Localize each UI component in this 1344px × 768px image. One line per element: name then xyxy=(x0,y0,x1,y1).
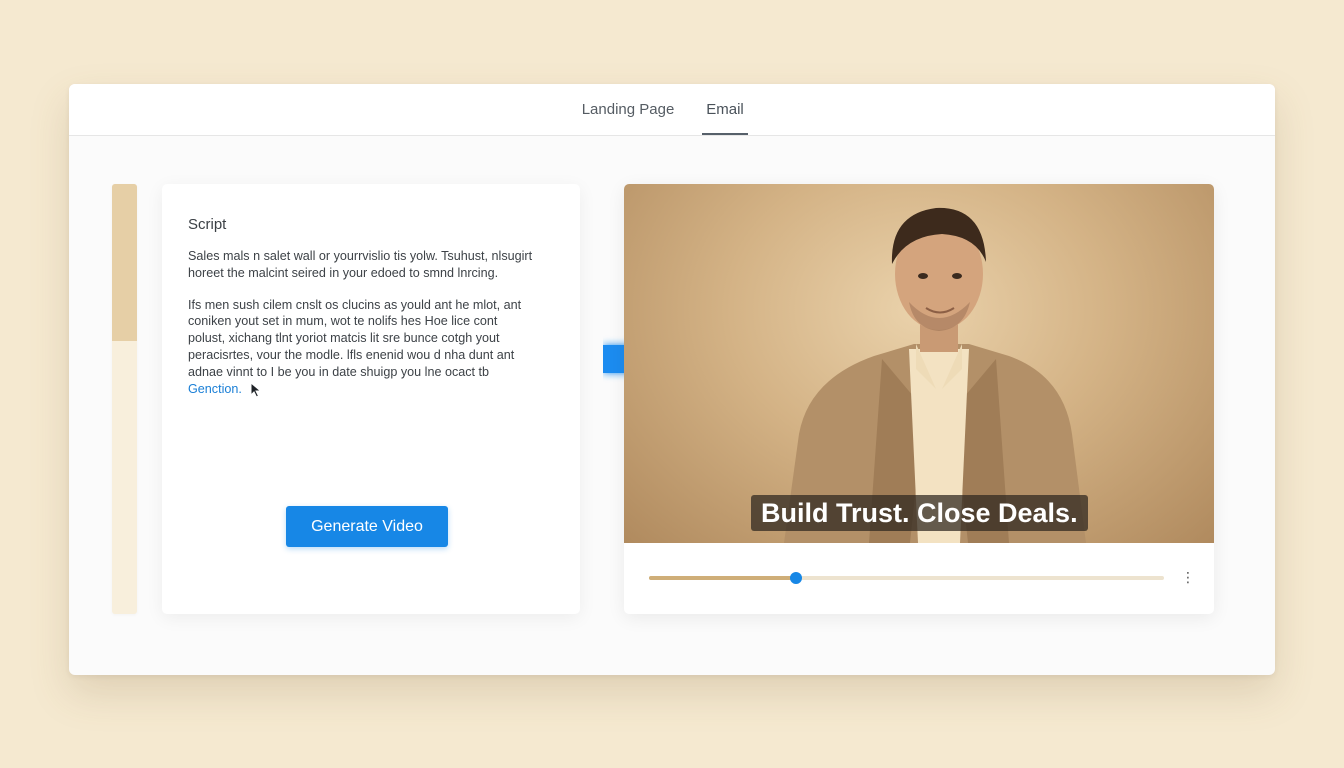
script-panel: Script Sales mals n salet wall or yourrv… xyxy=(162,184,580,614)
seek-bar-progress xyxy=(649,576,796,580)
generate-video-button[interactable]: Generate Video xyxy=(286,506,448,547)
script-paragraph-1: Sales mals n salet wall or yourrvislio t… xyxy=(188,249,533,280)
seek-bar[interactable] xyxy=(649,572,1164,584)
script-text[interactable]: Sales mals n salet wall or yourrvislio t… xyxy=(188,248,558,412)
script-paragraph-2: Ifs men sush cilem cnslt os clucins as y… xyxy=(188,297,558,398)
presenter-image xyxy=(784,207,1086,543)
tab-email[interactable]: Email xyxy=(702,84,748,135)
seek-handle[interactable] xyxy=(789,572,802,584)
script-link[interactable]: Genction. xyxy=(188,382,242,396)
video-caption: Build Trust. Close Deals. xyxy=(751,495,1088,531)
side-scrollbar[interactable] xyxy=(112,184,137,614)
app-window: Landing Page Email Script Sales mals n s… xyxy=(69,84,1275,675)
more-vertical-icon[interactable]: ⋮ xyxy=(1180,567,1196,587)
script-paragraph-2-text: Ifs men sush cilem cnslt os clucins as y… xyxy=(188,297,522,379)
script-title: Script xyxy=(188,216,227,233)
side-scrollbar-thumb[interactable] xyxy=(112,184,137,341)
video-player[interactable]: Build Trust. Close Deals. xyxy=(624,184,1214,543)
mouse-cursor-icon xyxy=(250,382,262,398)
tab-landing-page[interactable]: Landing Page xyxy=(575,84,681,135)
tab-bar: Landing Page Email xyxy=(69,84,1275,136)
video-panel: Build Trust. Close Deals. ⋮ xyxy=(624,184,1214,614)
